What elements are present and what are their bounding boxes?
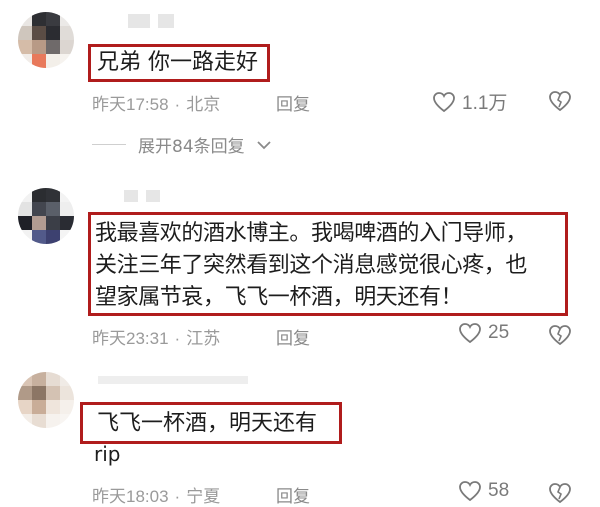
avatar[interactable] [18, 188, 74, 244]
comment-time: 昨天23:31 [92, 329, 169, 348]
comment-location: 北京 [186, 95, 221, 114]
chevron-down-icon [257, 140, 271, 149]
like-button[interactable]: 1.1万 [432, 88, 507, 115]
comment-location: 宁夏 [186, 487, 221, 506]
username-redacted[interactable] [124, 190, 160, 202]
comment-meta: 昨天17:58 · 北京 [92, 95, 221, 114]
comment-text-box: 飞飞一杯酒，明天还有 [80, 402, 342, 444]
heart-outline-icon [459, 323, 481, 344]
reply-button[interactable]: 回复 [276, 324, 310, 349]
comment-text-box: 我最喜欢的酒水博主。我喝啤酒的入门导师， 关注三年了突然看到这个消息感觉很心疼，… [88, 212, 568, 316]
heart-outline-icon [433, 91, 455, 112]
broken-heart-icon[interactable] [547, 324, 573, 346]
comment-time: 昨天18:03 [92, 487, 169, 506]
like-count: 25 [488, 322, 510, 343]
expand-replies-label: 展开84条回复 [138, 137, 245, 157]
like-count: 1.1万 [462, 93, 508, 114]
expand-replies-button[interactable]: 展开84条回复 [92, 132, 271, 157]
avatar[interactable] [18, 372, 74, 428]
comment-time: 昨天17:58 [92, 95, 169, 114]
comment-text-line: 关注三年了突然看到这个消息感觉很心疼，也 [95, 253, 528, 278]
comment-text-box: 兄弟 你一路走好 [88, 44, 270, 82]
avatar[interactable] [18, 12, 74, 68]
username-redacted[interactable] [98, 376, 248, 384]
like-count: 58 [488, 480, 510, 501]
comment-text-extra: rip [94, 442, 121, 466]
username-redacted[interactable] [128, 14, 174, 28]
divider [92, 144, 126, 145]
comment-text-line: 我最喜欢的酒水博主。我喝啤酒的入门导师， [95, 221, 528, 246]
comment-text-line: 望家属节哀，飞飞一杯酒，明天还有！ [95, 285, 463, 310]
heart-outline-icon [459, 481, 481, 502]
broken-heart-icon[interactable] [547, 482, 573, 504]
comment-meta: 昨天18:03 · 宁夏 [92, 487, 221, 506]
comment-text: 兄弟 你一路走好 [97, 50, 258, 75]
comment-location: 江苏 [186, 329, 221, 348]
comment-meta: 昨天23:31 · 江苏 [92, 329, 221, 348]
like-button[interactable]: 58 [458, 480, 509, 502]
like-button[interactable]: 25 [458, 322, 509, 344]
reply-button[interactable]: 回复 [276, 482, 310, 507]
reply-button[interactable]: 回复 [276, 90, 310, 115]
broken-heart-icon[interactable] [547, 90, 573, 112]
comment-text: 飞飞一杯酒，明天还有 [97, 411, 318, 436]
